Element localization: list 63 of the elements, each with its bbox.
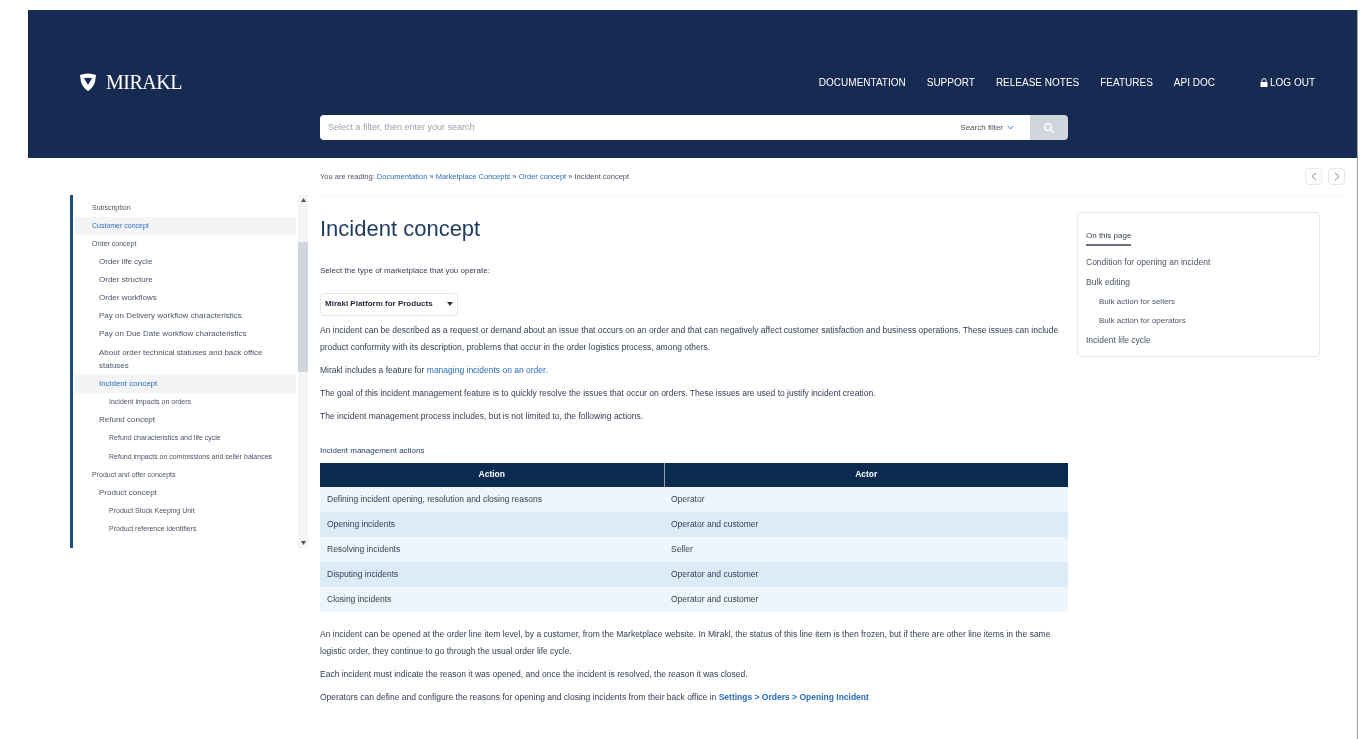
toc-link[interactable]: Bulk action for sellers xyxy=(1086,295,1311,308)
sidebar-item[interactable]: About order technical statuses and back office statuses xyxy=(75,343,296,375)
nav-link[interactable]: RELEASE NOTES xyxy=(995,74,1080,90)
toc-link[interactable]: Bulk action for operators xyxy=(1086,314,1311,327)
page-title: Incident concept xyxy=(320,215,482,243)
paragraph: Mirakl includes a feature for managing incidents on an order. xyxy=(320,363,549,377)
table-caption: Incident management actions xyxy=(320,444,426,457)
table-cell: Operator xyxy=(664,486,1068,512)
column-header: Actor xyxy=(664,462,1068,487)
column-header: Action xyxy=(320,462,664,487)
scroll-up-icon[interactable] xyxy=(300,198,306,202)
logo-text: MIRAKL xyxy=(106,70,182,95)
paragraph: The incident management process includes, but is not limited to, the following actions. xyxy=(320,409,645,423)
table-cell: Operator and customer xyxy=(664,586,1068,612)
search-icon xyxy=(1043,121,1055,134)
paragraph: An incident can be described as a request or demand about an issue that occurs on an order and that can negatively affect customer satisfaction and business operations. These issues can include product conformity with its description, problems that occur in the order logistics process, among others. xyxy=(320,323,1060,354)
paragraph: Each incident must indicate the reason it was opened, and once the incident is resolved, the reason it was closed. xyxy=(320,667,749,681)
table-cell: Closing incidents xyxy=(320,586,664,612)
sidebar-item[interactable]: Product concept xyxy=(75,484,296,502)
toc-link[interactable]: Bulk editing xyxy=(1086,275,1311,289)
sidebar-item[interactable]: Pay on Delivery workflow characteristics xyxy=(75,307,296,325)
search-field[interactable]: Select a filter, then enter your search Search filter xyxy=(320,115,1030,140)
table-cell: Seller xyxy=(664,536,1068,562)
sidebar-item[interactable]: Order structure xyxy=(75,271,296,289)
chevron-down-icon xyxy=(1007,125,1014,130)
paragraph: The goal of this incident management feature is to quickly resolve the issues that occur on orders. These issues are used to justify incident creation. xyxy=(320,386,877,400)
paragraph: Operators can define and configure the reasons for opening and closing incidents from their back office in Settings > Orders > Opening Incident xyxy=(320,690,870,704)
paragraph: An incident can be opened at the order line item level, by a customer, from the Marketplace website. In Mirakl, the status of this line item is then frozen, but if there are other line items in the same logistic order, they continue to go through the usual order life cycle. xyxy=(320,627,1052,658)
table-cell: Defining incident opening, resolution and closing reasons xyxy=(320,486,664,512)
scroll-down-icon[interactable] xyxy=(300,541,306,545)
previous-button[interactable] xyxy=(1305,168,1322,185)
nav-link[interactable]: DOCUMENTATION xyxy=(818,74,906,90)
panel-title: On this page xyxy=(1086,230,1132,246)
link[interactable]: managing incidents on an order. xyxy=(426,364,548,375)
sidebar-item[interactable]: Incident concept xyxy=(75,375,296,393)
search-filter-dropdown[interactable]: Search filter xyxy=(960,121,1022,134)
table-cell: Disputing incidents xyxy=(320,561,664,587)
search-button[interactable] xyxy=(1030,115,1068,140)
sidebar-item[interactable]: Order workflows xyxy=(75,289,296,307)
table-cell: Opening incidents xyxy=(320,511,664,537)
shield-logo-icon xyxy=(78,72,98,92)
nav-link[interactable]: FEATURES xyxy=(1100,74,1153,90)
link[interactable]: Settings > Orders > Opening Incident xyxy=(718,691,869,702)
caret-icon xyxy=(446,302,453,306)
scrollbar-thumb[interactable] xyxy=(298,242,308,372)
chevron-left-icon xyxy=(1310,172,1317,181)
logout-link[interactable]: LOG OUT xyxy=(1260,74,1315,90)
select-label: Select the type of marketplace that you operate: xyxy=(320,265,491,277)
sidebar-item[interactable]: Pay on Due Date workflow characteristics xyxy=(75,325,296,343)
toc-link[interactable]: Condition for opening an incident xyxy=(1086,256,1311,269)
lock-icon xyxy=(1260,77,1268,87)
nav-link[interactable]: API DOC xyxy=(1173,74,1215,90)
table-cell: Operator and customer xyxy=(664,511,1068,537)
table-cell: Resolving incidents xyxy=(320,536,664,562)
nav-link[interactable]: SUPPORT xyxy=(926,74,975,90)
marketplace-type-dropdown[interactable]: Mirakl Platform for Products xyxy=(320,292,458,316)
next-button[interactable] xyxy=(1328,168,1345,185)
toc-link[interactable]: Incident life cycle xyxy=(1086,333,1311,347)
table-cell: Operator and customer xyxy=(664,561,1068,587)
scrollbar[interactable] xyxy=(298,195,308,548)
sidebar-item[interactable]: Refund concept xyxy=(75,411,296,429)
chevron-right-icon xyxy=(1333,172,1340,181)
sidebar-item[interactable]: Order life cycle xyxy=(75,253,296,271)
